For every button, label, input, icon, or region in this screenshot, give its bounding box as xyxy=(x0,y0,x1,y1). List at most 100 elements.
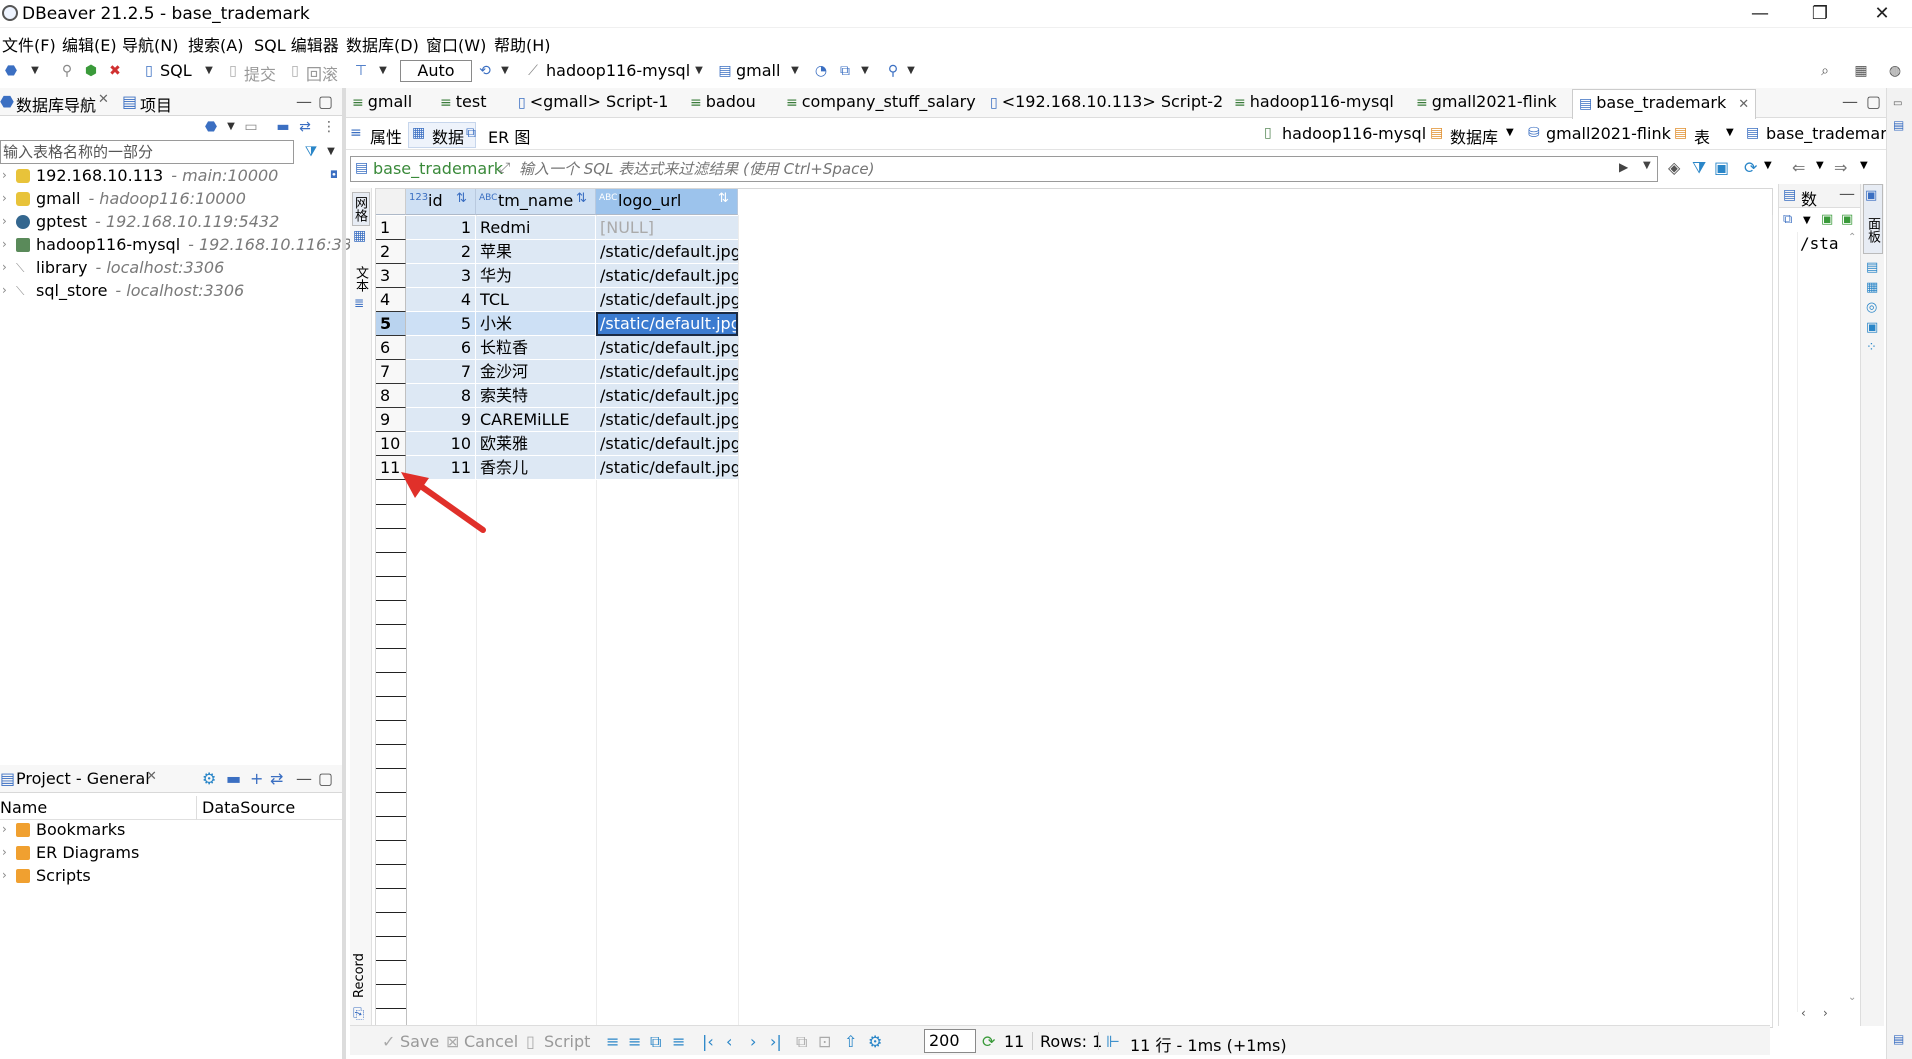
menu-navigate[interactable]: 导航(N) xyxy=(122,32,178,56)
cell-logo-url[interactable]: /static/default.jpg xyxy=(596,408,738,432)
commit-icon[interactable]: ▯ xyxy=(224,62,242,80)
scroll-down-icon[interactable]: ⌄ xyxy=(1848,992,1856,1003)
cancel-button[interactable]: Cancel xyxy=(464,1032,518,1051)
script-button[interactable]: Script xyxy=(544,1032,590,1051)
maximize-panel-icon[interactable]: ▢ xyxy=(318,92,333,111)
previous-page-icon[interactable]: ‹ xyxy=(726,1032,732,1051)
tree-item-connection[interactable]: › gptest - 192.168.10.119:5432 xyxy=(0,212,342,234)
apply-filter-icon[interactable]: ▶ xyxy=(1619,160,1628,174)
menu-file[interactable]: 文件(F) xyxy=(2,32,56,56)
cell-id[interactable]: 3 xyxy=(406,264,476,288)
edit-cell-icon[interactable]: ≡ xyxy=(606,1032,619,1051)
filter-dropdown-icon[interactable]: ▼ xyxy=(322,143,340,161)
tab-value-viewer[interactable]: 数 xyxy=(1801,186,1817,210)
cell-tm-name[interactable]: 欧莱雅 xyxy=(476,432,596,456)
column-header-tm-name[interactable]: ABC tm_name ⇅ xyxy=(476,189,596,215)
table-row[interactable]: 7 7 金沙河/static/default.jpg xyxy=(376,360,738,384)
cell-id[interactable]: 5 xyxy=(406,312,476,336)
cell-tm-name[interactable]: 小米 xyxy=(476,312,596,336)
sql-dropdown-icon[interactable]: ▼ xyxy=(200,62,218,80)
row-number[interactable]: 7 xyxy=(376,360,406,384)
dropdown-arrow-icon[interactable]: ▼ xyxy=(1860,160,1868,171)
erd-dropdown-icon[interactable]: ▼ xyxy=(856,62,874,80)
close-button[interactable]: ✕ xyxy=(1862,2,1902,26)
subtab-data[interactable]: 数据 xyxy=(432,124,464,148)
table-row[interactable]: 1 1 Redmi [NULL] xyxy=(376,216,738,240)
expand-arrow-icon[interactable]: › xyxy=(2,845,7,859)
menu-database[interactable]: 数据库(D) xyxy=(346,32,419,56)
outline-icon[interactable]: ▤ xyxy=(1893,118,1904,132)
dropdown-arrow-icon[interactable]: ▼ xyxy=(26,62,44,80)
cell-tm-name[interactable]: 索芙特 xyxy=(476,384,596,408)
sort-icon[interactable]: ⇅ xyxy=(576,191,587,206)
link-with-editor-icon[interactable]: ⇄ xyxy=(296,118,314,136)
tab-script-2[interactable]: ▯ <192.168.10.113> Script-2 xyxy=(990,92,1223,118)
add-row-icon[interactable]: ≡ xyxy=(628,1032,641,1051)
minimize-panel-icon[interactable]: — xyxy=(1839,184,1855,203)
erase-filter-icon[interactable]: ◈ xyxy=(1668,158,1680,177)
delete-row-icon[interactable]: ≡ xyxy=(672,1032,685,1051)
view-menu-icon[interactable]: ⋮ xyxy=(320,118,338,136)
subtab-properties[interactable]: 属性 xyxy=(370,124,402,148)
history-icon[interactable]: ⟲ xyxy=(476,62,494,80)
transaction-mode-field[interactable]: Auto xyxy=(400,60,472,82)
breadcrumb-connection[interactable]: hadoop116-mysql xyxy=(1282,124,1426,143)
corner-header[interactable] xyxy=(376,189,406,215)
mode-dropdown-icon[interactable]: ▼ xyxy=(374,62,392,80)
datasource-dropdown-icon[interactable]: ▼ xyxy=(690,62,708,80)
sql-filter-input[interactable] xyxy=(519,158,1519,180)
tab-base-trademark[interactable]: ▤ base_trademark ✕ xyxy=(1572,89,1757,119)
tree-item-connection[interactable]: › ⟍ library - localhost:3306 xyxy=(0,258,342,280)
cell-tm-name[interactable]: 华为 xyxy=(476,264,596,288)
cell-id[interactable]: 6 xyxy=(406,336,476,360)
cell-id[interactable]: 4 xyxy=(406,288,476,312)
cell-tm-name[interactable]: Redmi xyxy=(476,216,596,240)
expand-arrow-icon[interactable]: › xyxy=(2,260,7,274)
tab-gmall[interactable]: ≡ gmall xyxy=(352,92,412,118)
expand-arrow-icon[interactable]: › xyxy=(2,214,7,228)
cell-id[interactable]: 1 xyxy=(406,216,476,240)
tab-gmall-script-1[interactable]: ▯ <gmall> Script-1 xyxy=(518,92,668,118)
sql-editor-icon[interactable]: ▯ xyxy=(140,62,158,80)
cell-tm-name[interactable]: TCL xyxy=(476,288,596,312)
cell-tm-name[interactable]: CAREMiLLE xyxy=(476,408,596,432)
restore-button[interactable]: ❐ xyxy=(1800,2,1840,26)
find-dropdown-icon[interactable]: ▼ xyxy=(902,62,920,80)
breadcrumb-database[interactable]: gmall2021-flink xyxy=(1546,124,1671,143)
text-view-toggle[interactable]: 文本 xyxy=(352,264,370,294)
expand-arrow-icon[interactable]: › xyxy=(2,237,7,251)
filter-settings-icon[interactable]: ⧩ xyxy=(1692,158,1706,178)
info-icon[interactable]: ◎ xyxy=(1866,300,1877,315)
calc-icon[interactable]: ▦ xyxy=(1866,280,1878,295)
tab-hadoop116-mysql[interactable]: ≡ hadoop116-mysql xyxy=(1234,92,1394,118)
tab-test[interactable]: ≡ test xyxy=(440,92,486,118)
dropdown-arrow-icon[interactable]: ▼ xyxy=(1506,127,1514,138)
cell-id[interactable]: 9 xyxy=(406,408,476,432)
sort-icon[interactable]: ⇅ xyxy=(456,191,467,206)
table-row[interactable]: 4 4 TCL/static/default.jpg xyxy=(376,288,738,312)
sidebar-splitter[interactable] xyxy=(342,88,346,1059)
references-icon[interactable]: ⁘ xyxy=(1866,340,1877,355)
breadcrumb-table[interactable]: base_trademark xyxy=(1766,124,1896,143)
expand-arrow-icon[interactable]: › xyxy=(2,868,7,882)
dropdown-arrow-icon[interactable]: ▼ xyxy=(222,118,240,136)
table-row[interactable]: 6 6 长粒香/static/default.jpg xyxy=(376,336,738,360)
tree-item-bookmarks[interactable]: › Bookmarks xyxy=(0,820,200,842)
connect-icon[interactable]: ⚲ xyxy=(58,62,76,80)
row-number[interactable]: 10 xyxy=(376,432,406,456)
dropdown-arrow-icon[interactable]: ▼ xyxy=(1816,160,1824,171)
new-connection-icon[interactable]: ⬣ xyxy=(2,62,20,80)
copy-row-icon[interactable]: ⧉ xyxy=(650,1032,661,1052)
rollback-button[interactable]: 回滚 xyxy=(306,61,338,85)
tab-badou[interactable]: ≡ badou xyxy=(690,92,756,118)
minimize-button[interactable]: — xyxy=(1740,2,1780,26)
menu-edit[interactable]: 编辑(E) xyxy=(62,32,117,56)
minimize-panel-icon[interactable]: — xyxy=(296,92,312,111)
grid-view-toggle[interactable]: 网格 xyxy=(352,192,370,226)
restore-icon[interactable]: ▭ xyxy=(1893,98,1902,109)
dbeaver-perspective-icon[interactable]: ◍ xyxy=(1886,62,1904,80)
tree-item-connection[interactable]: › ⟍ sql_store - localhost:3306 xyxy=(0,281,342,303)
menu-window[interactable]: 窗口(W) xyxy=(426,32,486,56)
table-row[interactable]: 3 3 华为/static/default.jpg xyxy=(376,264,738,288)
tree-item-connection[interactable]: › gmall - hadoop116:10000 xyxy=(0,189,342,211)
